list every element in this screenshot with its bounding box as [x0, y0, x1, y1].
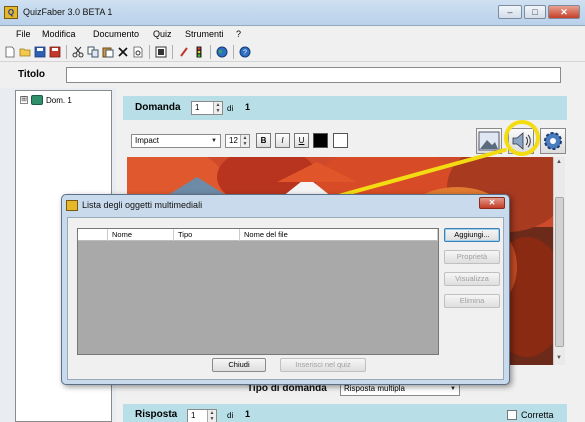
svg-text:?: ?: [243, 50, 247, 57]
risposta-total: 1: [245, 409, 251, 419]
menu-help[interactable]: ?: [236, 29, 241, 39]
chevron-down-icon: ▼: [450, 386, 456, 392]
spin-arrows-icon[interactable]: ▲ ▼: [207, 410, 216, 422]
export-icon[interactable]: [155, 46, 167, 58]
risposta-spinner[interactable]: 1 ▲ ▼: [187, 409, 217, 422]
multimedia-dialog: Lista degli oggetti multimediali ✕ Nome …: [61, 194, 510, 385]
menu-modifica[interactable]: Modifica: [42, 29, 76, 39]
window-title: QuizFaber 3.0 BETA 1: [23, 7, 113, 17]
toolbar-separator: [149, 45, 150, 59]
font-name: Impact: [135, 136, 160, 145]
risposta-number: 1: [191, 411, 196, 420]
domanda-label: Domanda: [135, 102, 181, 113]
media-list[interactable]: Nome Tipo Nome del file: [77, 228, 439, 355]
quizfaber-window: Q QuizFaber 3.0 BETA 1 – □ ✕ File Modifi…: [0, 0, 585, 422]
toolbar-separator: [233, 45, 234, 59]
tipo-value: Risposta multipla: [344, 384, 405, 393]
new-icon[interactable]: [4, 46, 16, 58]
column-header-nome[interactable]: Nome: [108, 229, 174, 241]
image-scrollbar[interactable]: ▲ ▼: [553, 157, 565, 365]
domanda-number: 1: [195, 103, 200, 112]
menu-file[interactable]: File: [16, 29, 31, 39]
tree-node-dom-1[interactable]: Dom. 1: [46, 96, 72, 105]
gear-icon: [544, 132, 562, 150]
menu-strumenti[interactable]: Strumenti: [185, 29, 224, 39]
help-icon[interactable]: ?: [239, 46, 251, 58]
scroll-thumb[interactable]: [555, 197, 564, 347]
globe-icon[interactable]: [216, 46, 228, 58]
spin-arrows-icon[interactable]: ▲ ▼: [240, 135, 249, 147]
paste-icon[interactable]: [102, 46, 114, 58]
save-all-icon[interactable]: [49, 46, 61, 58]
view-button[interactable]: Visualizza: [444, 272, 500, 286]
delete-icon[interactable]: [117, 46, 129, 58]
dialog-title: Lista degli oggetti multimediali: [82, 200, 203, 210]
titolo-label: Titolo: [18, 69, 46, 80]
tree-expander[interactable]: ⊞: [20, 96, 28, 104]
menu-bar: File Modifica Documento Quiz Strumenti ?: [0, 27, 585, 42]
domanda-total: 1: [245, 102, 251, 112]
title-bar: Q QuizFaber 3.0 BETA 1 – □ ✕: [0, 0, 585, 26]
titolo-input[interactable]: [66, 67, 561, 83]
dialog-app-icon: [66, 200, 78, 211]
chevron-down-icon: ▼: [211, 138, 217, 144]
font-size-spinner[interactable]: 12 ▲ ▼: [225, 134, 250, 148]
save-icon[interactable]: [34, 46, 46, 58]
toolbar-separator: [66, 45, 67, 59]
add-button[interactable]: Aggiungi...: [444, 228, 500, 242]
domanda-band: Domanda 1 ▲ ▼ di 1: [123, 96, 567, 120]
gear-button[interactable]: [540, 128, 566, 154]
bold-button[interactable]: B: [256, 133, 271, 148]
scroll-up-icon[interactable]: ▲: [556, 159, 562, 165]
corretta-label: Corretta: [521, 410, 554, 420]
domanda-of-label: di: [227, 104, 234, 113]
toolbar: ?: [0, 42, 585, 62]
risposta-label: Risposta: [135, 409, 178, 420]
titolo-row: Titolo: [0, 62, 585, 88]
scroll-down-icon[interactable]: ▼: [556, 355, 562, 361]
delete-button[interactable]: Elimina: [444, 294, 500, 308]
dialog-close-button[interactable]: ✕: [479, 197, 505, 209]
risposta-band: Risposta 1 ▲ ▼ di 1 Corretta: [123, 404, 567, 422]
close-button[interactable]: ✕: [548, 5, 580, 19]
menu-quiz[interactable]: Quiz: [153, 29, 172, 39]
app-icon: Q: [4, 6, 18, 19]
minimize-button[interactable]: –: [498, 5, 522, 19]
open-icon[interactable]: [19, 46, 31, 58]
preview-icon[interactable]: [132, 46, 144, 58]
corretta-checkbox[interactable]: [507, 410, 517, 420]
font-size: 12: [229, 136, 238, 145]
domanda-spinner[interactable]: 1 ▲ ▼: [191, 101, 223, 115]
menu-documento[interactable]: Documento: [93, 29, 139, 39]
cut-icon[interactable]: [72, 46, 84, 58]
list-header: Nome Tipo Nome del file: [78, 229, 438, 241]
copy-icon[interactable]: [87, 46, 99, 58]
traffic-light-icon[interactable]: [193, 46, 205, 58]
insert-in-quiz-button[interactable]: Inserisci nel quiz: [280, 358, 366, 372]
column-header-nome-file[interactable]: Nome del file: [240, 229, 438, 241]
toolbar-separator: [172, 45, 173, 59]
properties-button[interactable]: Proprietà: [444, 250, 500, 264]
spin-arrows-icon[interactable]: ▲ ▼: [213, 102, 222, 114]
book-icon: [31, 95, 43, 105]
pencil-icon[interactable]: [178, 46, 190, 58]
dialog-body: Nome Tipo Nome del file Aggiungi... Prop…: [67, 217, 504, 380]
column-header[interactable]: [78, 229, 108, 241]
chiudi-button[interactable]: Chiudi: [212, 358, 266, 372]
toolbar-separator: [210, 45, 211, 59]
risposta-of-label: di: [227, 411, 234, 420]
maximize-button[interactable]: □: [524, 5, 546, 19]
column-header-tipo[interactable]: Tipo: [174, 229, 240, 241]
font-select[interactable]: Impact ▼: [131, 134, 221, 148]
